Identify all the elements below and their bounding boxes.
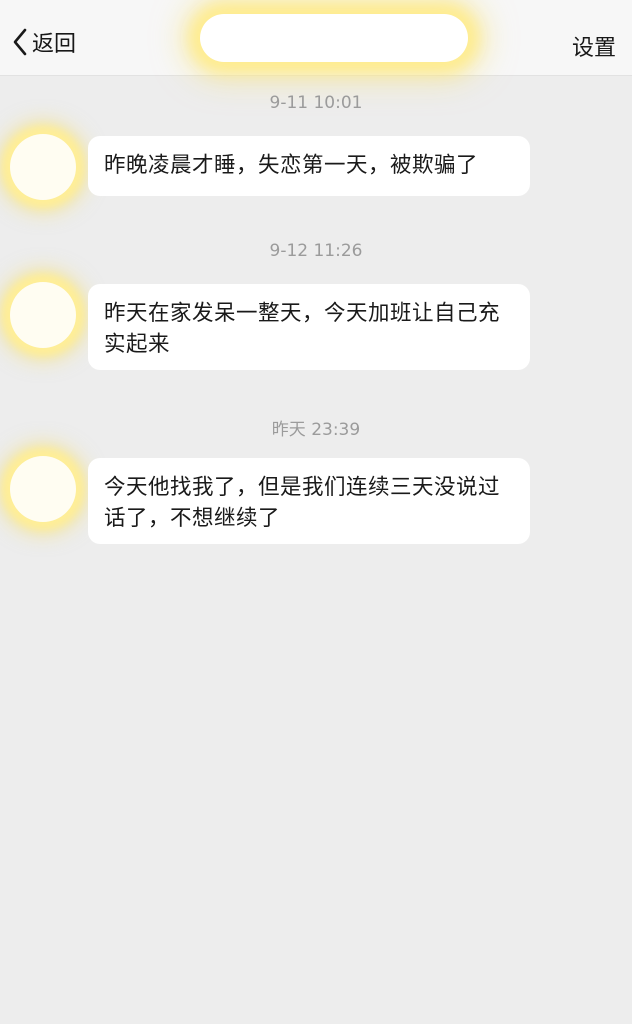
chat-screen: 返回 设置 9-11 10:01 昨晚凌晨才睡，失恋第一天，被欺骗了 9-12 … — [0, 0, 632, 1024]
navigation-bar: 返回 设置 — [0, 0, 632, 76]
contact-avatar[interactable] — [10, 282, 76, 348]
redacted-contact-name — [200, 14, 468, 62]
contact-avatar[interactable] — [10, 134, 76, 200]
back-label: 返回 — [32, 32, 77, 57]
message-bubble[interactable]: 今天他找我了，但是我们连续三天没说过话了，不想继续了 — [88, 458, 530, 544]
message-timestamp: 9-11 10:01 — [269, 93, 363, 113]
chevron-left-icon — [12, 28, 28, 56]
settings-button[interactable]: 设置 — [572, 30, 616, 62]
message-timestamp: 昨天 23:39 — [271, 420, 361, 440]
message-bubble[interactable]: 昨晚凌晨才睡，失恋第一天，被欺骗了 — [88, 136, 530, 196]
message-bubble[interactable]: 昨天在家发呆一整天，今天加班让自己充实起来 — [88, 284, 530, 370]
contact-avatar[interactable] — [10, 456, 76, 522]
back-button[interactable]: 返回 — [12, 22, 76, 62]
message-timestamp: 9-12 11:26 — [269, 241, 363, 261]
